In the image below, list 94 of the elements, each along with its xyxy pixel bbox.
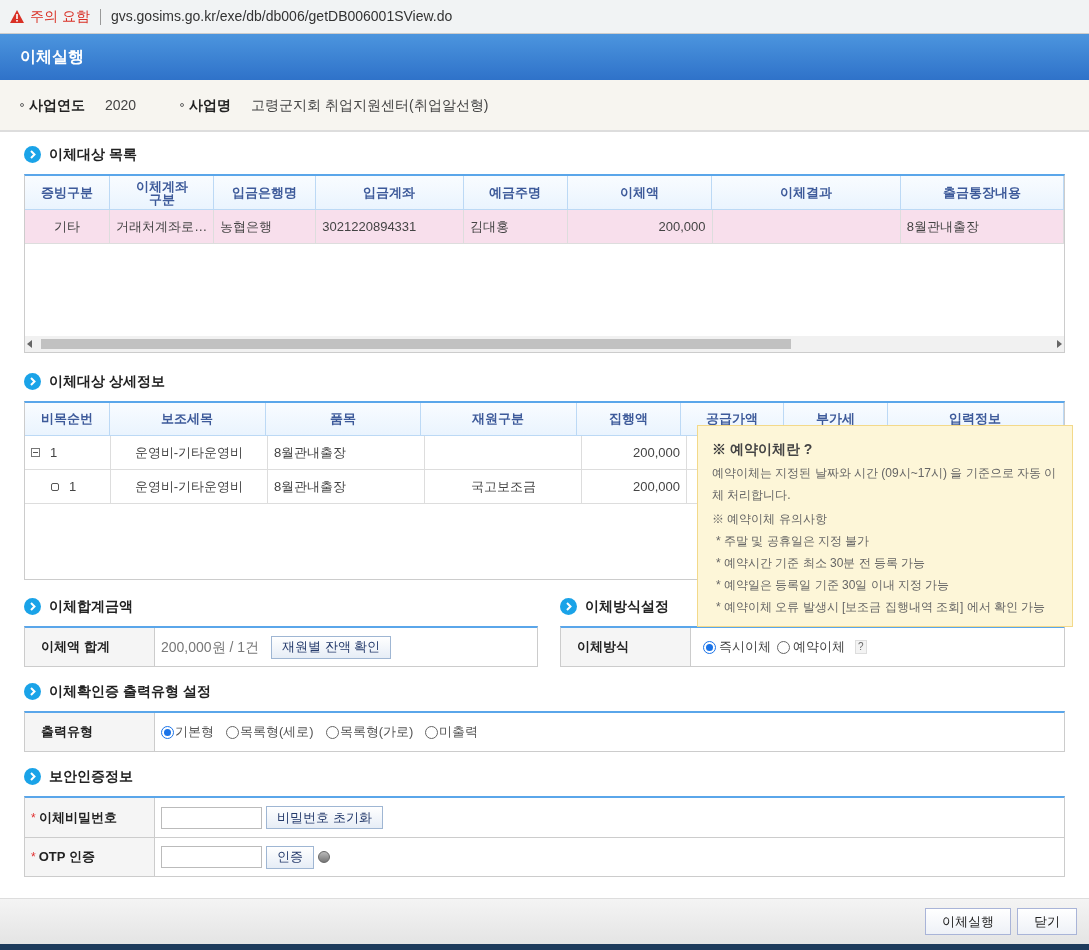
tooltip-title: ※ 예약이체란 ? bbox=[712, 440, 814, 458]
tooltip-note: * 예약시간 기준 최소 30분 전 등록 가능 bbox=[715, 555, 927, 572]
page-title: 이체실행 bbox=[20, 47, 84, 67]
column-header: 이체액 bbox=[567, 176, 713, 209]
radio-label[interactable]: 미출력 bbox=[439, 722, 479, 742]
radio-label[interactable]: 목록형(세로) bbox=[240, 722, 314, 742]
radio-button[interactable] bbox=[325, 725, 339, 739]
column-header: 집행액 bbox=[608, 410, 648, 429]
column-header: 출금통장내용 bbox=[900, 176, 1064, 209]
table-cell-text: 1 bbox=[69, 477, 77, 496]
radio-button[interactable] bbox=[425, 725, 439, 739]
table-cell-text: 김대홍 bbox=[469, 217, 510, 236]
info-label: 사업연도 bbox=[29, 95, 85, 115]
security-warning: 주의 요함 bbox=[30, 7, 90, 26]
leaf-icon bbox=[51, 482, 59, 491]
radio-button[interactable] bbox=[226, 725, 239, 739]
column-header: 입금계좌 bbox=[316, 176, 464, 209]
section-heading: 이체합계금액 bbox=[49, 596, 133, 616]
column-header: 증빙구분 bbox=[25, 176, 111, 209]
password-field[interactable] bbox=[161, 846, 262, 868]
table-cell-text: 거래처계좌로… bbox=[116, 217, 208, 236]
url-text: gvs.gosims.go.kr/exe/db/db006/getDB006001SView.do bbox=[110, 7, 453, 26]
column-header: 비목순번 bbox=[41, 410, 94, 429]
table-cell-text: 200,000 bbox=[632, 477, 680, 496]
tooltip-note: * 예약이체 오류 발생시 [보조금 집행내역 조회] 에서 확인 가능 bbox=[715, 599, 1047, 616]
scroll-left-icon[interactable] bbox=[27, 340, 33, 348]
table-cell-text: 1 bbox=[50, 443, 58, 462]
warning-icon bbox=[10, 10, 24, 23]
tooltip-text: ※ 예약이체 유의사항 bbox=[712, 511, 828, 528]
chevron-icon bbox=[24, 145, 41, 163]
info-label: 사업명 bbox=[189, 95, 232, 115]
radio-label[interactable]: 목록형(가로) bbox=[339, 722, 414, 742]
section-heading: 이체방식설정 bbox=[585, 596, 669, 616]
table-cell-text: 농협은행 bbox=[220, 217, 274, 236]
footer-button[interactable]: 이체실행 bbox=[925, 908, 1011, 935]
required-mark: * bbox=[31, 849, 36, 866]
table-cell-text: 국고보조금 bbox=[469, 477, 537, 496]
info-value: 2020 bbox=[105, 95, 137, 115]
tooltip-text: 예약이체는 지정된 날짜와 시간 (09시~17시) 을 기준으로 자동 이체 처리합니다. bbox=[712, 465, 1058, 504]
info-value: 고령군지회 취업지원센터(취업알선형) bbox=[251, 95, 489, 115]
help-button[interactable]: ? bbox=[855, 640, 867, 654]
column-header: 품목 bbox=[329, 410, 356, 429]
column-header: 입력정보 bbox=[949, 410, 1002, 429]
radio-button[interactable] bbox=[703, 640, 716, 654]
column-header: 보조세목 bbox=[161, 410, 214, 429]
table-cell-text: 기타 bbox=[53, 217, 82, 236]
tooltip-note: * 예약일은 등록일 기준 30일 이내 지정 가능 bbox=[715, 577, 951, 594]
section-heading: 보안인증정보 bbox=[49, 766, 133, 786]
chevron-icon bbox=[24, 597, 41, 615]
column-header: 예금주명 bbox=[463, 176, 568, 209]
scroll-right-icon[interactable] bbox=[1056, 340, 1062, 348]
tooltip-note: * 주말 및 공휴일은 지정 불가 bbox=[715, 533, 871, 550]
required-mark: * bbox=[31, 809, 36, 827]
field-label: 이체비밀번호 bbox=[38, 808, 117, 827]
table-cell-text: 운영비-기타운영비 bbox=[133, 477, 245, 496]
table-cell-text: 8월관내출장 bbox=[906, 217, 980, 236]
collapse-icon[interactable] bbox=[31, 448, 40, 457]
field-label: 출력유형 bbox=[41, 723, 93, 742]
radio-label[interactable]: 기본형 bbox=[175, 722, 214, 742]
table-cell-text: 200,000 bbox=[657, 217, 706, 236]
horizontal-scrollbar[interactable] bbox=[25, 336, 1064, 352]
column-header: 입금은행명 bbox=[214, 176, 317, 209]
radio-button[interactable] bbox=[777, 640, 790, 654]
column-header: 이체결과 bbox=[712, 176, 901, 209]
table-cell-text: 3021220894331 bbox=[322, 217, 418, 236]
radio-label[interactable]: 예약이체 bbox=[793, 637, 845, 657]
column-header: 부가세 bbox=[815, 410, 855, 429]
total-amount: 200,000원 / 1건 bbox=[161, 637, 260, 657]
radio-button[interactable] bbox=[161, 725, 174, 739]
password-field[interactable] bbox=[161, 806, 262, 829]
chevron-icon bbox=[24, 767, 41, 785]
action-button[interactable]: 재원별 잔액 확인 bbox=[271, 635, 392, 659]
section-heading: 이체대상 목록 bbox=[49, 144, 137, 164]
footer-button[interactable]: 닫기 bbox=[1017, 908, 1077, 935]
chevron-icon bbox=[24, 372, 41, 390]
address-bar[interactable]: 주의 요함 gvs.gosims.go.kr/exe/db/db006/getDB006001SView.do bbox=[0, 0, 1089, 34]
table-cell-text: 8월관내출장 bbox=[274, 477, 348, 496]
section-heading: 이체확인증 출력유형 설정 bbox=[49, 681, 211, 701]
column-header: 이체계좌 구분 bbox=[110, 176, 215, 209]
action-button[interactable]: 비밀번호 초기화 bbox=[266, 806, 383, 829]
field-label: OTP 인증 bbox=[38, 848, 95, 867]
action-button[interactable]: 인증 bbox=[266, 845, 314, 869]
field-label: 이체방식 bbox=[577, 638, 629, 657]
field-label: 이체액 합계 bbox=[41, 638, 110, 657]
radio-label[interactable]: 즉시이체 bbox=[719, 637, 771, 657]
column-header: 재원구분 bbox=[472, 410, 525, 429]
table-cell-text: 200,000 bbox=[632, 443, 680, 462]
section-heading: 이체대상 상세정보 bbox=[49, 371, 165, 391]
table-cell-text: 운영비-기타운영비 bbox=[133, 443, 245, 462]
table-row[interactable]: 기타 거래처계좌로… 농협은행 3021220894331 김대홍 200,000 8월관내출장 bbox=[25, 210, 1064, 244]
column-header: 공급가액 bbox=[705, 410, 758, 429]
chevron-icon bbox=[560, 597, 577, 615]
table-cell-text: 8월관내출장 bbox=[274, 443, 348, 462]
chevron-icon bbox=[24, 682, 41, 700]
